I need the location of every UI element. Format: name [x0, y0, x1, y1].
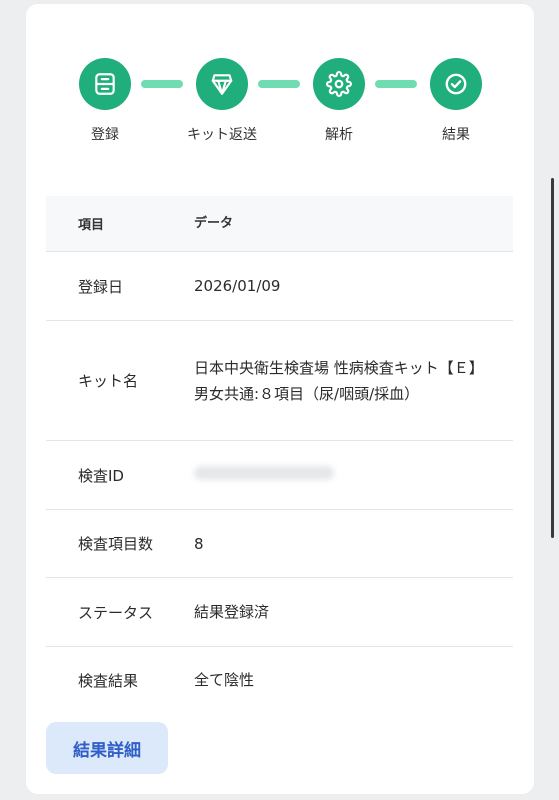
- row-value: 日本中央衛生検査場 性病検査キット【Ｅ】男女共通:８項目（尿/咽頭/採血）: [194, 358, 477, 403]
- row-value: [194, 462, 513, 488]
- step-register: 登録: [45, 58, 165, 144]
- table-row: ステータス 結果登録済: [46, 578, 513, 647]
- redacted-test-id: [194, 466, 334, 480]
- step-label: キット返送: [187, 127, 257, 143]
- scrollbar[interactable]: [551, 178, 554, 538]
- gear-icon: [313, 58, 365, 110]
- register-icon: [79, 58, 131, 110]
- row-value: 8: [194, 534, 204, 553]
- table-row: 登録日 2026/01/09: [46, 252, 513, 321]
- test-status-card: 登録 キット返送 解析 結果 項目 データ 登録日 2026/01/09 キット…: [26, 4, 534, 794]
- table-header: 項目 データ: [46, 196, 513, 252]
- table-row: キット名 日本中央衛生検査場 性病検査キット【Ｅ】男女共通:８項目（尿/咽頭/採…: [46, 321, 513, 441]
- step-return-kit: キット返送: [162, 58, 282, 144]
- row-value: 結果登録済: [194, 603, 270, 621]
- row-label: 検査項目数: [78, 535, 154, 553]
- progress-stepper: 登録 キット返送 解析 結果: [26, 58, 534, 158]
- check-circle-icon: [430, 58, 482, 110]
- row-value: 全て陰性: [194, 671, 255, 689]
- table-row: 検査結果 全て陰性: [46, 647, 513, 713]
- row-value: 2026/01/09: [194, 277, 281, 295]
- row-label: 検査ID: [78, 466, 124, 485]
- step-analysis: 解析: [279, 58, 399, 144]
- row-label: 登録日: [78, 277, 124, 296]
- column-header-data: データ: [194, 215, 234, 231]
- row-label: キット名: [78, 372, 139, 390]
- step-label: 登録: [91, 127, 119, 143]
- step-label: 結果: [442, 127, 470, 143]
- column-header-item: 項目: [78, 218, 105, 233]
- table-row: 検査ID: [46, 441, 513, 510]
- step-label: 解析: [325, 127, 353, 143]
- result-detail-button[interactable]: 結果詳細: [46, 722, 168, 774]
- table-row: 検査項目数 8: [46, 510, 513, 578]
- step-result: 結果: [396, 58, 516, 144]
- row-label: 検査結果: [78, 671, 139, 690]
- row-label: ステータス: [78, 603, 154, 622]
- return-kit-icon: [196, 58, 248, 110]
- test-info-table: 項目 データ 登録日 2026/01/09 キット名 日本中央衛生検査場 性病検…: [46, 196, 513, 713]
